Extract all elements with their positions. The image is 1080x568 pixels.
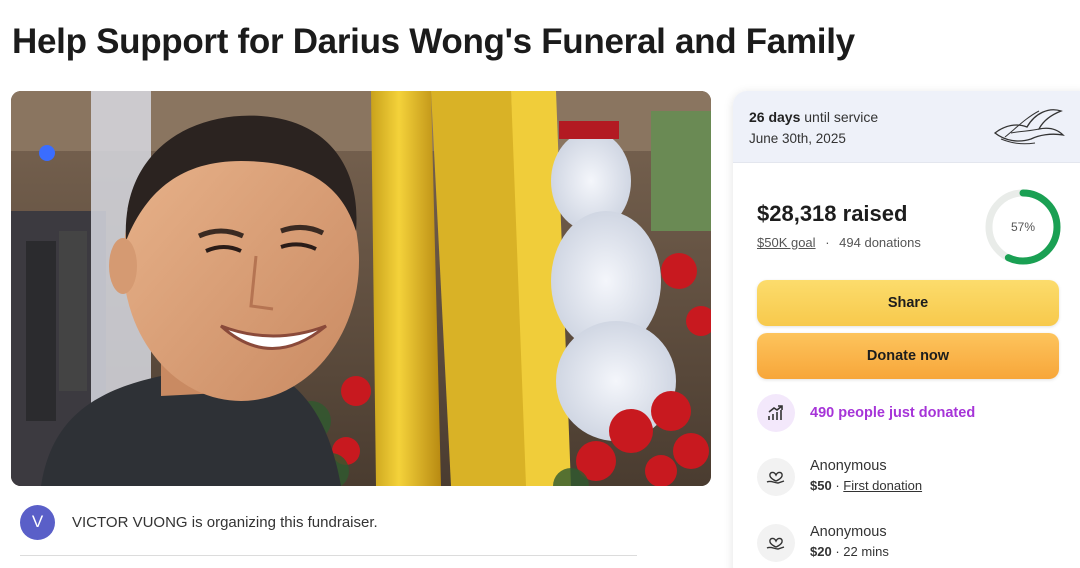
amount-raised: $28,318 raised bbox=[757, 201, 908, 226]
days-suffix: until service bbox=[804, 109, 879, 125]
dove-icon bbox=[993, 109, 1065, 145]
separator: · bbox=[835, 544, 840, 559]
page-title: Help Support for Darius Wong's Funeral a… bbox=[12, 22, 855, 61]
service-header: 26 days until service June 30th, 2025 bbox=[733, 91, 1080, 163]
days-until-service: 26 days until service bbox=[749, 109, 878, 125]
heart-hand-icon bbox=[757, 524, 795, 562]
trending-up-icon bbox=[757, 394, 795, 432]
progress-percent: 57% bbox=[1011, 220, 1035, 234]
donor-name: Anonymous bbox=[810, 458, 887, 474]
progress-ring: 57% bbox=[985, 189, 1061, 265]
hero-image[interactable] bbox=[11, 91, 711, 486]
donation-meta: $20 · 22 mins bbox=[810, 542, 889, 562]
days-count: 26 days bbox=[749, 109, 801, 125]
avatar[interactable]: V bbox=[20, 504, 55, 540]
donation-amount: $50 bbox=[810, 478, 832, 493]
donation-item: Anonymous $20 · 22 mins bbox=[757, 522, 889, 562]
donate-now-button[interactable]: Donate now bbox=[757, 333, 1059, 379]
separator: · bbox=[825, 235, 830, 250]
goal-link[interactable]: $50K goal bbox=[757, 235, 816, 250]
divider bbox=[20, 555, 637, 556]
donation-time: 22 mins bbox=[843, 544, 889, 559]
organizer-text: VICTOR VUONG is organizing this fundrais… bbox=[72, 513, 378, 531]
share-button[interactable]: Share bbox=[757, 280, 1059, 326]
donation-amount: $20 bbox=[810, 544, 832, 559]
service-date: June 30th, 2025 bbox=[749, 131, 846, 146]
donation-count: 494 donations bbox=[839, 235, 921, 250]
organizer-row: V VICTOR VUONG is organizing this fundra… bbox=[20, 504, 378, 540]
recent-activity: 490 people just donated bbox=[757, 394, 975, 432]
first-donation-link[interactable]: First donation bbox=[843, 478, 922, 493]
donor-name: Anonymous bbox=[810, 524, 887, 540]
donation-meta: $50 · First donation bbox=[810, 476, 922, 496]
people-just-donated[interactable]: 490 people just donated bbox=[810, 405, 975, 421]
heart-hand-icon bbox=[757, 458, 795, 496]
donation-item: Anonymous $50 · First donation bbox=[757, 456, 922, 496]
hero-photo bbox=[11, 91, 711, 486]
goal-line: $50K goal · 494 donations bbox=[757, 235, 921, 250]
separator: · bbox=[835, 478, 840, 493]
donation-card: 26 days until service June 30th, 2025 $2… bbox=[733, 91, 1080, 568]
